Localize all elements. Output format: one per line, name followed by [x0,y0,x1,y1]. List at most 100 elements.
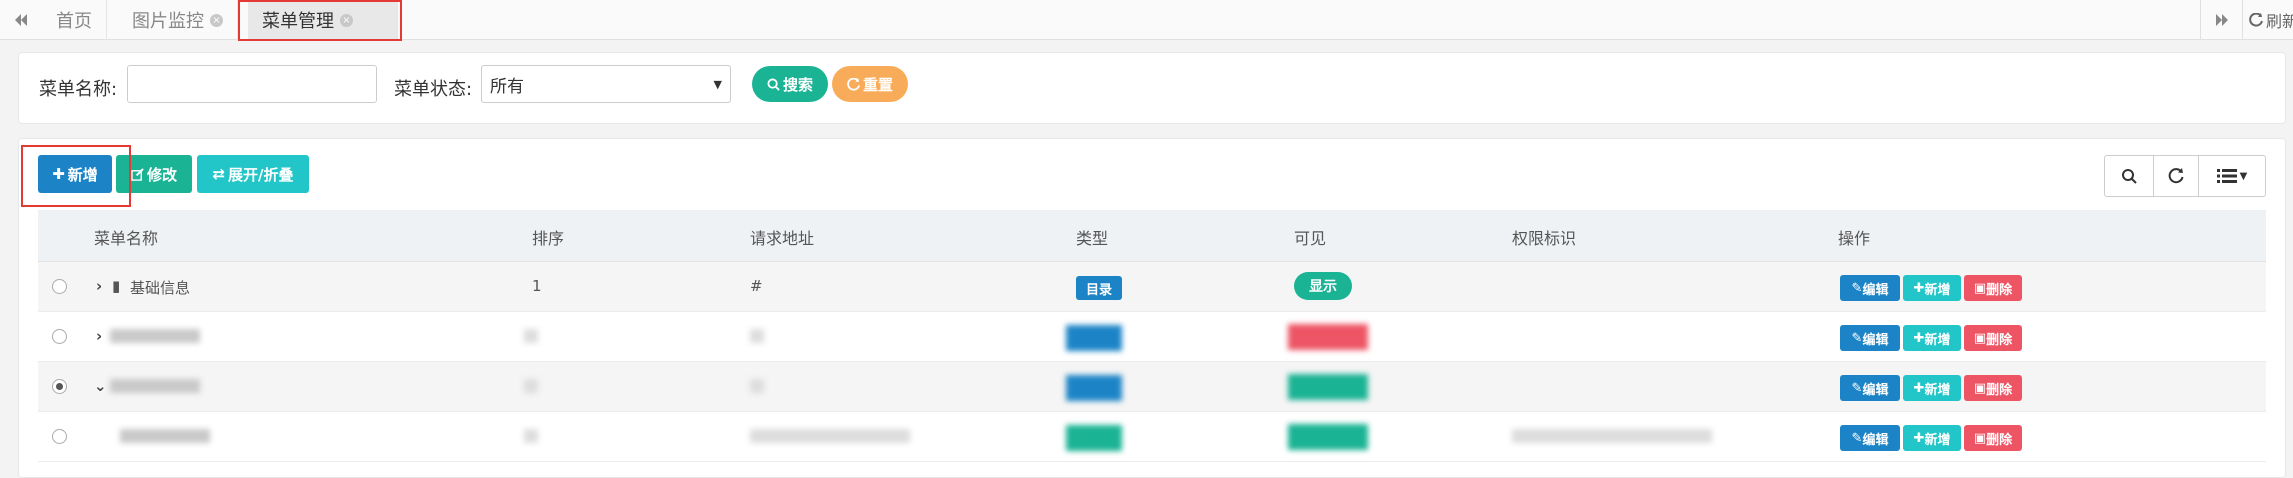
menu-name-label: 菜单名称: [39,79,118,100]
row-radio[interactable] [52,279,67,294]
type-badge: 目录 [1076,276,1122,300]
refresh-label: 刷新 [2266,12,2293,31]
obscured-name [110,379,200,393]
row-add-button[interactable]: ✚ 新增 [1903,275,1961,301]
row-add-button[interactable]: ✚ 新增 [1903,375,1961,401]
row-edit-label: 编辑 [1862,332,1889,348]
tab-label: 首页 [56,11,92,32]
folder-icon: ▮ [112,277,121,295]
column-header-visible: 可见 [1294,229,1327,248]
table-row[interactable]: ⌄ ✎ 编辑 ✚ 新增 ▣ 删除 [38,362,2266,412]
plus-icon: ✚ [1913,280,1925,296]
search-icon [2122,169,2137,184]
row-delete-button[interactable]: ▣ 删除 [1964,325,2022,351]
row-radio[interactable] [52,429,67,444]
list-icon [2216,169,2237,183]
reset-button[interactable]: 重置 [832,66,908,102]
double-chevron-right-icon[interactable] [2200,0,2242,40]
row-delete-label: 删除 [1986,432,2013,448]
row-delete-label: 删除 [1986,282,2013,298]
obscured-url [750,329,764,343]
column-header-type: 类型 [1076,229,1109,248]
edit-icon: ✎ [1851,330,1863,346]
obscured-name [120,429,210,443]
tab-image-monitor[interactable]: 图片监控 × [118,0,238,40]
plus-icon: ✚ [52,165,65,183]
obscured-perms [1512,429,1712,443]
row-edit-label: 编辑 [1862,432,1889,448]
edit-icon: ✎ [1851,380,1863,396]
column-header-url: 请求地址 [750,229,815,248]
expand-collapse-label: 展开/折叠 [228,165,294,184]
row-edit-button[interactable]: ✎ 编辑 [1840,375,1900,401]
row-delete-label: 删除 [1986,332,2013,348]
refresh-icon [2168,168,2184,184]
row-edit-label: 编辑 [1862,282,1889,298]
row-delete-label: 删除 [1986,382,2013,398]
row-edit-button[interactable]: ✎ 编辑 [1840,325,1900,351]
row-add-label: 新增 [1924,382,1951,398]
plus-icon: ✚ [1913,380,1925,396]
row-add-button[interactable]: ✚ 新增 [1903,425,1961,451]
table-row[interactable]: › ✎ 编辑 ✚ 新增 ▣ 删除 [38,312,2266,362]
obscured-type-badge [1066,325,1122,351]
obscured-type-badge [1066,375,1122,401]
menu-status-select[interactable]: 所有 ▼ [481,65,731,103]
obscured-visible-badge [1288,324,1368,350]
obscured-type-badge [1066,425,1122,451]
tab-home[interactable]: 首页 [42,0,107,40]
add-button[interactable]: ✚ 新增 [38,155,112,193]
table-row[interactable]: ✎ 编辑 ✚ 新增 ▣ 删除 [38,412,2266,462]
menu-status-value: 所有 [490,76,524,97]
obscured-url [750,379,764,393]
refresh-tab-button[interactable]: 刷新 [2242,0,2293,40]
edit-icon [131,167,144,181]
obscured-url [750,429,910,443]
row-menu-name: 基础信息 [130,279,191,297]
row-add-label: 新增 [1924,332,1951,348]
tab-bar: 首页 图片监控 × 菜单管理 × 刷新 [0,0,2293,40]
plus-icon: ✚ [1913,330,1925,346]
row-delete-button[interactable]: ▣ 删除 [1964,425,2022,451]
chevron-right-icon[interactable]: › [96,277,102,295]
row-edit-label: 编辑 [1862,382,1889,398]
row-radio[interactable] [52,329,67,344]
obscured-order [524,329,538,343]
chevron-right-icon[interactable]: › [96,327,102,345]
row-add-label: 新增 [1924,282,1951,298]
column-header-perms: 权限标识 [1512,229,1577,248]
tab-label: 菜单管理 [262,11,334,32]
row-add-label: 新增 [1924,432,1951,448]
table-row[interactable]: › ▮ 基础信息 1 # 目录 显示 ✎ 编辑 ✚ 新增 ▣ 删除 [38,262,2266,312]
expand-collapse-button[interactable]: ⇄ 展开/折叠 [197,155,309,193]
obscured-visible-badge [1288,424,1368,450]
search-button[interactable]: 搜索 [752,66,828,102]
edit-icon: ✎ [1851,430,1863,446]
row-delete-button[interactable]: ▣ 删除 [1964,275,2022,301]
edit-button[interactable]: 修改 [116,155,192,193]
plus-icon: ✚ [1913,430,1925,446]
double-chevron-left-icon[interactable] [0,0,42,40]
trash-icon: ▣ [1973,280,1987,296]
menu-name-input[interactable] [127,65,377,103]
refresh-icon [2249,13,2263,27]
obscured-visible-badge [1288,374,1368,400]
row-edit-button[interactable]: ✎ 编辑 [1840,425,1900,451]
chevron-down-icon[interactable]: ⌄ [94,377,107,395]
tab-menu-management[interactable]: 菜单管理 × [248,0,398,40]
close-icon[interactable]: × [210,13,223,27]
columns-button[interactable]: ▼ [2198,155,2266,197]
search-icon [767,77,780,91]
refresh-table-button[interactable] [2153,155,2199,197]
row-radio[interactable] [52,379,67,394]
row-edit-button[interactable]: ✎ 编辑 [1840,275,1900,301]
obscured-order [524,379,538,393]
column-header-name: 菜单名称 [94,229,159,248]
trash-icon: ▣ [1973,380,1987,396]
close-icon[interactable]: × [340,13,353,27]
search-toggle-button[interactable] [2104,155,2154,197]
row-add-button[interactable]: ✚ 新增 [1903,325,1961,351]
column-header-order: 排序 [532,229,565,248]
row-delete-button[interactable]: ▣ 删除 [1964,375,2022,401]
edit-icon: ✎ [1851,280,1863,296]
